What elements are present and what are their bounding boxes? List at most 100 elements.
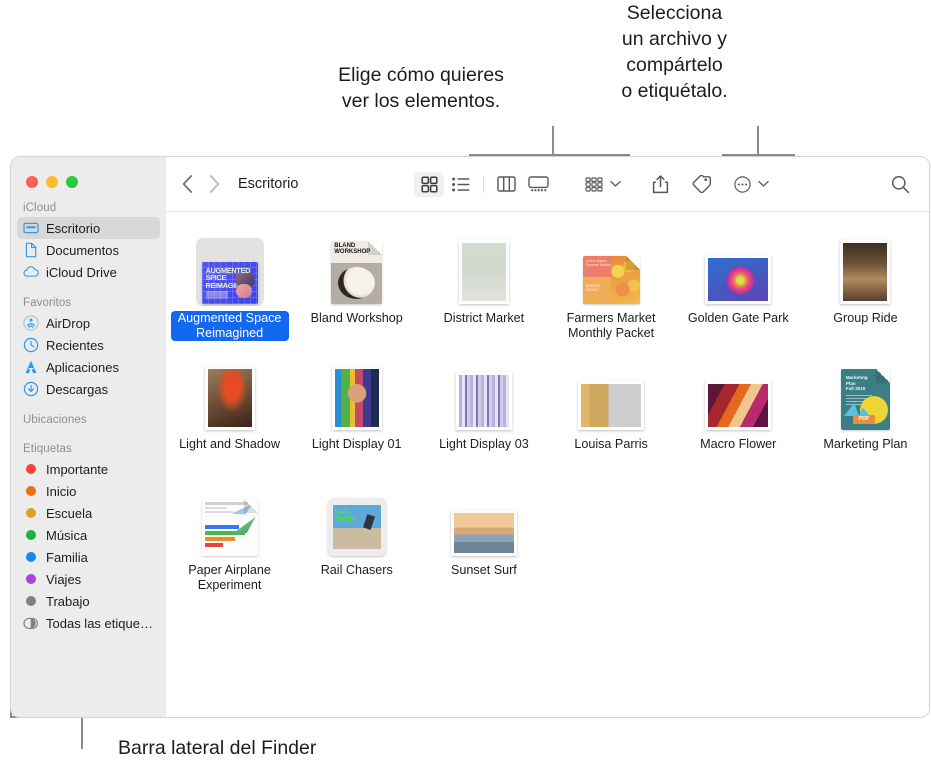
sidebar-item-aplicaciones[interactable]: Aplicaciones [17,356,160,378]
sidebar-item-label: Todas las etique… [46,615,153,631]
sidebar-item-escuela[interactable]: Escuela [17,502,160,524]
sidebar-item-label: Inicio [46,483,77,499]
callout-share-text: Selecciona un archivo y compártelo o eti… [621,2,728,102]
file-name-label: Farmers Market Monthly Packet [566,311,656,340]
file-item[interactable]: District Market [425,230,543,356]
file-item[interactable]: Sunset Surf [425,482,543,608]
file-name-label: District Market [443,311,525,325]
file-thumbnail: Lorem Ipsum Farmers Market MONTHLY PACKET [552,232,670,304]
chevron-right-icon[interactable] [209,175,220,193]
gallery-view-button[interactable] [523,172,553,197]
file-name-label: Group Ride [833,311,898,325]
file-grid: AUGMENTED SPICE REIMAGINED Augmented Space… [166,212,929,717]
chevron-down-icon[interactable] [758,180,769,188]
file-item[interactable]: Marketing Plan Fall 2019 PDF Marketing Pla… [806,356,924,482]
sidebar-item-escritorio[interactable]: Escritorio [17,217,160,239]
finder-sidebar: iCloud Escritorio Documentos iCloud Drive Fa… [11,157,166,717]
sidebar-item-viajes[interactable]: Viajes [17,568,160,590]
close-button[interactable] [26,176,38,188]
sidebar-item-label: Familia [46,549,88,565]
sidebar-item-descargas[interactable]: Descargas [17,378,160,400]
sidebar-item-importante[interactable]: Importante [17,458,160,480]
file-item[interactable]: Paper Airplane Experiment [171,482,289,608]
file-thumbnail [298,358,416,430]
file-item[interactable]: Louisa Parris [552,356,670,482]
finder-window: iCloud Escritorio Documentos iCloud Drive Fa… [10,156,930,718]
chevron-down-icon[interactable] [610,180,621,188]
sidebar-item-airdrop[interactable]: AirDrop [17,312,160,334]
more-actions-control[interactable] [727,172,769,197]
callout-views-text: Elige cómo quieres ver los elementos. [338,64,504,112]
file-thumbnail [171,484,289,556]
tag-dot-icon [23,571,39,587]
column-view-button[interactable] [491,172,521,197]
sidebar-section-header: Ubicaciones [23,414,87,426]
file-item[interactable]: UAIL CHSN Rail Chasers [298,482,416,608]
file-name-label: Macro Flower [700,437,777,451]
sidebar-section-header: Etiquetas [23,443,72,455]
file-item[interactable]: Golden Gate Park [679,230,797,356]
sidebar-item-icloud-drive[interactable]: iCloud Drive [17,261,160,283]
icon-view-button[interactable] [414,171,445,197]
sidebar-section-header: Favoritos [23,297,72,309]
file-thumbnail: BLAND WORKSHOP [298,232,416,304]
share-button[interactable] [645,172,675,197]
file-item[interactable]: BLAND WORKSHOP Bland Workshop [298,230,416,356]
file-item[interactable]: Light and Shadow [171,356,289,482]
file-item[interactable]: AUGMENTED SPICE REIMAGINED Augmented Space… [170,230,289,356]
minimize-button[interactable] [46,176,58,188]
zoom-button[interactable] [66,176,78,188]
file-name-label: Augmented Space Reimagined [170,311,289,341]
file-thumbnail: UAIL CHSN [298,484,416,556]
file-thumbnail [425,232,543,304]
cloud-icon [23,264,39,280]
tag-dot-icon [23,527,39,543]
sidebar-item-recientes[interactable]: Recientes [17,334,160,356]
file-name-label: Golden Gate Park [687,311,789,325]
breadcrumb-path[interactable]: Escritorio [238,176,298,192]
group-by-control[interactable] [579,172,621,197]
downloads-icon [23,381,39,397]
ellipsis-circle-icon[interactable] [727,172,757,197]
tag-dot-icon [23,593,39,609]
file-item[interactable]: Light Display 03 [425,356,543,482]
chevron-left-icon[interactable] [182,175,193,193]
file-name-label: Rail Chasers [320,563,393,577]
file-thumbnail [425,484,543,556]
finder-toolbar: Escritorio [166,157,929,212]
file-item[interactable]: Group Ride [806,230,924,356]
sidebar-item-label: Escuela [46,505,93,521]
file-name-label: Light and Shadow [179,437,280,451]
navigation-arrows [182,175,220,193]
airdrop-icon [23,315,39,331]
file-thumbnail [679,232,797,304]
file-name-label: Light Display 01 [311,437,402,451]
file-item[interactable]: Macro Flower [679,356,797,482]
file-thumbnail: AUGMENTED SPICE REIMAGINED [171,232,289,304]
sidebar-item-label: Documentos [46,242,119,258]
group-icon[interactable] [579,172,609,197]
desktop-icon [23,220,39,236]
search-button[interactable] [885,172,915,197]
sidebar-item-m-sica[interactable]: Música [17,524,160,546]
file-item[interactable]: Lorem Ipsum Farmers Market MONTHLY PACKET … [552,230,670,356]
list-view-button[interactable] [446,172,476,197]
tag-dot-icon [23,549,39,565]
sidebar-item-familia[interactable]: Familia [17,546,160,568]
share-bracket-stem [757,126,759,155]
file-name-label: Paper Airplane Experiment [188,563,271,592]
sidebar-item-inicio[interactable]: Inicio [17,480,160,502]
sidebar-item-trabajo[interactable]: Trabajo [17,590,160,612]
sidebar-item-todas-las-etique[interactable]: Todas las etique… [17,612,160,634]
sidebar-item-label: iCloud Drive [46,264,117,280]
sidebar-item-label: Recientes [46,337,104,353]
sidebar-item-label: Trabajo [46,593,90,609]
tag-dot-icon [23,505,39,521]
file-name-label: Light Display 03 [439,437,529,451]
sidebar-item-label: Música [46,527,88,543]
sidebar-item-documentos[interactable]: Documentos [17,239,160,261]
file-item[interactable]: Light Display 01 [298,356,416,482]
sidebar-bracket-stem [81,716,83,749]
finder-main-pane: Escritorio AUGMENTED SPICE REIMAGINED Au… [166,157,929,717]
tag-button[interactable] [687,172,717,197]
